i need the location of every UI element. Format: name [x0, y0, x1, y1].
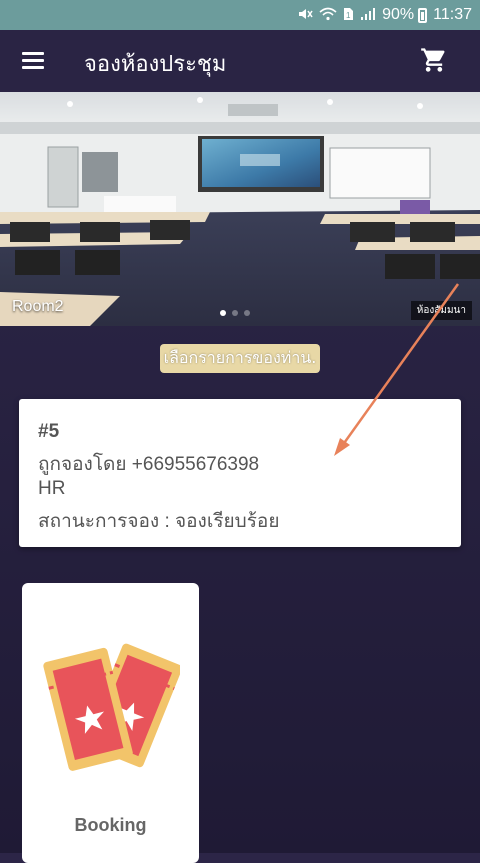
battery-percent: 90%: [382, 6, 415, 23]
booking-label: Booking: [74, 815, 147, 835]
booking-card[interactable]: #5 ถูกจองโดย +66955676398 HR สถานะการจอง…: [19, 399, 461, 547]
battery-icon: [418, 7, 428, 23]
department: HR: [38, 478, 66, 499]
signal-icon: [360, 7, 376, 24]
booking-tile[interactable]: Booking: [22, 583, 199, 863]
wifi-icon: [319, 7, 337, 24]
carousel-dot[interactable]: [220, 310, 226, 316]
menu-icon[interactable]: [22, 52, 44, 70]
status-bar: 1 90% 11:37: [0, 0, 480, 30]
room-sign: ห้องสัมมนา: [410, 301, 472, 320]
subtitle-wrap: เลือกรายการของท่าน.: [0, 344, 480, 373]
mute-icon: [297, 6, 313, 25]
cart-icon[interactable]: [420, 46, 448, 74]
booking-status: สถานะการจอง : จองเรียบร้อย: [38, 511, 280, 532]
sim-icon: 1: [343, 7, 354, 24]
carousel-dot[interactable]: [244, 310, 250, 316]
room-image-carousel[interactable]: Room2 ห้องสัมมนา: [0, 92, 480, 326]
ticket-icon: [40, 633, 183, 787]
clock: 11:37: [433, 6, 472, 23]
booked-by: ถูกจองโดย +66955676398: [38, 454, 260, 475]
room-photo: [0, 92, 480, 326]
svg-text:1: 1: [346, 11, 351, 20]
carousel-dot[interactable]: [232, 310, 238, 316]
booking-number: #5: [38, 421, 60, 442]
select-item-heading: เลือกรายการของท่าน.: [159, 344, 321, 373]
carousel-indicator: [220, 310, 250, 316]
page-title: จองห้องประชุม: [84, 52, 227, 77]
room-label: Room2: [12, 298, 64, 315]
app-bar: จองห้องประชุม: [0, 30, 480, 92]
